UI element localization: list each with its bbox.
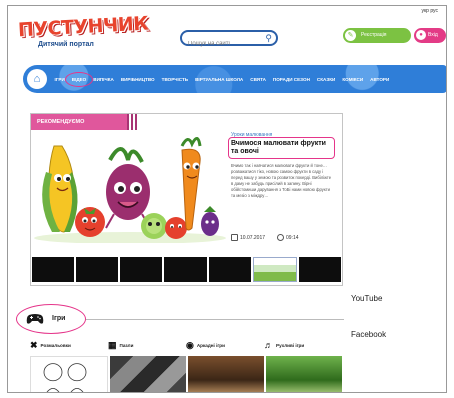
tomato-character xyxy=(75,207,105,237)
login-button[interactable]: ● Вхід xyxy=(414,28,446,43)
nav-item-tales[interactable]: СКАЗКИ xyxy=(313,77,338,82)
game-category-coloring[interactable]: ✖ Розмальовки xyxy=(30,339,108,351)
games-section-title[interactable]: Ігри xyxy=(52,315,65,322)
article-meta: 10.07.2017 09:14 xyxy=(231,234,299,241)
search-input[interactable] xyxy=(188,38,262,50)
game-category-label: Розмальовки xyxy=(40,342,71,348)
section-divider xyxy=(86,319,344,320)
game-category-label: Рухливі ігри xyxy=(276,342,305,348)
thumbnail[interactable] xyxy=(298,257,341,282)
cabbage-character xyxy=(141,213,167,239)
site-logo[interactable]: ПУСТУНЧИК Дитячий портал xyxy=(16,12,156,56)
calendar-icon xyxy=(231,234,238,241)
article-date: 10.07.2017 xyxy=(231,234,265,241)
game-category-label: Пазли xyxy=(119,342,134,348)
game-categories: ✖ Розмальовки ▦ Пазли ◉ Аркадні ігри ♬ Р… xyxy=(30,339,342,351)
thumbnail[interactable] xyxy=(76,257,119,282)
clock-icon xyxy=(277,234,285,241)
game-tiles xyxy=(30,356,342,392)
nav-item-virtual-school[interactable]: ВІРТУАЛЬНА ШКОЛА xyxy=(192,77,247,82)
article-time: 09:14 xyxy=(277,234,299,241)
puzzle-icon: ▦ xyxy=(108,340,117,350)
time-text: 09:14 xyxy=(286,234,299,241)
recommended-tag: РЕКОМЕНДУЄМО xyxy=(31,114,127,130)
tomato-small-character xyxy=(165,217,187,239)
running-kids-icon: ♬ xyxy=(264,340,273,350)
arcade-game-tile[interactable] xyxy=(188,356,264,392)
date-text: 10.07.2017 xyxy=(240,234,266,241)
search-box[interactable]: ⚲ xyxy=(180,30,278,50)
logo-title: ПУСТУНЧИК xyxy=(17,12,149,42)
login-label: Вхід xyxy=(428,32,438,38)
game-category-active[interactable]: ♬ Рухливі ігри xyxy=(264,339,342,351)
search-icon[interactable]: ⚲ xyxy=(265,33,272,43)
nav-item-creativity[interactable]: ТВОРЧІСТЬ xyxy=(158,77,191,82)
browser-page: ПУСТУНЧИК Дитячий портал ⚲ укр рус ✎ Реє… xyxy=(7,5,447,393)
home-icon[interactable]: ⌂ xyxy=(27,69,47,89)
nav-item-baking[interactable]: ВИПІЧКА xyxy=(90,77,118,82)
language-links[interactable]: укр рус xyxy=(421,8,438,14)
nav-item-authors[interactable]: АВТОРИ xyxy=(367,77,393,82)
main-nav: ⌂ ІГРИ ВІДЕО ВИПІЧКА ВИРІБНИЦТВО ТВОРЧІС… xyxy=(23,65,446,93)
puzzle-game-tile[interactable] xyxy=(110,356,186,392)
thumbnail[interactable] xyxy=(164,257,207,282)
nav-item-holidays[interactable]: СВЯТА xyxy=(247,77,270,82)
carrot-character xyxy=(180,137,202,231)
nav-item-crafts[interactable]: ВИРІБНИЦТВО xyxy=(117,77,158,82)
pencil-icon: ✎ xyxy=(345,30,356,41)
crossed-pencils-icon: ✖ xyxy=(30,340,38,350)
logo-subtitle: Дитячий портал xyxy=(38,41,94,48)
beet-character xyxy=(105,147,151,229)
register-label: Реєстрація xyxy=(361,32,387,38)
lock-icon: ● xyxy=(416,30,426,40)
eggplant-character xyxy=(201,206,219,236)
thumbnail[interactable] xyxy=(32,257,75,282)
article-title[interactable]: Вчимося малювати фрукти та овочі xyxy=(228,137,335,159)
article-description: Вчимо так і навчатися малювати фрукти й … xyxy=(231,163,332,198)
coloring-game-tile[interactable] xyxy=(30,356,108,392)
gamepad-icon xyxy=(26,314,44,324)
game-category-arcade[interactable]: ◉ Аркадні ігри xyxy=(186,339,264,351)
active-game-tile[interactable] xyxy=(266,356,342,392)
vegetables-illustration[interactable] xyxy=(32,132,228,244)
nav-items: ІГРИ ВІДЕО ВИПІЧКА ВИРІБНИЦТВО ТВОРЧІСТЬ… xyxy=(51,65,393,93)
recommended-card: РЕКОМЕНДУЄМО Уроки малювання Вчимося мал… xyxy=(30,113,343,286)
youtube-widget-title[interactable]: YouTube xyxy=(351,294,382,303)
game-category-puzzles[interactable]: ▦ Пазли xyxy=(108,339,186,351)
ghost-icon: ◉ xyxy=(186,340,194,350)
game-category-label: Аркадні ігри xyxy=(196,342,225,348)
facebook-widget-title[interactable]: Facebook xyxy=(351,330,386,339)
register-button[interactable]: ✎ Реєстрація xyxy=(343,28,411,43)
recommended-info: Уроки малювання Вчимося малювати фрукти … xyxy=(228,132,341,243)
nav-item-video[interactable]: ВІДЕО xyxy=(65,71,93,87)
recommended-thumbnails xyxy=(32,257,341,282)
nav-item-comics[interactable]: КОМІКСИ xyxy=(339,77,367,82)
thumbnail[interactable] xyxy=(208,257,251,282)
tag-stripes xyxy=(127,114,139,130)
nav-item-season-tips[interactable]: ПОРАДИ СЕЗОН xyxy=(269,77,313,82)
thumbnail-active[interactable] xyxy=(252,257,297,282)
thumbnail[interactable] xyxy=(120,257,163,282)
corn-character xyxy=(42,145,78,233)
